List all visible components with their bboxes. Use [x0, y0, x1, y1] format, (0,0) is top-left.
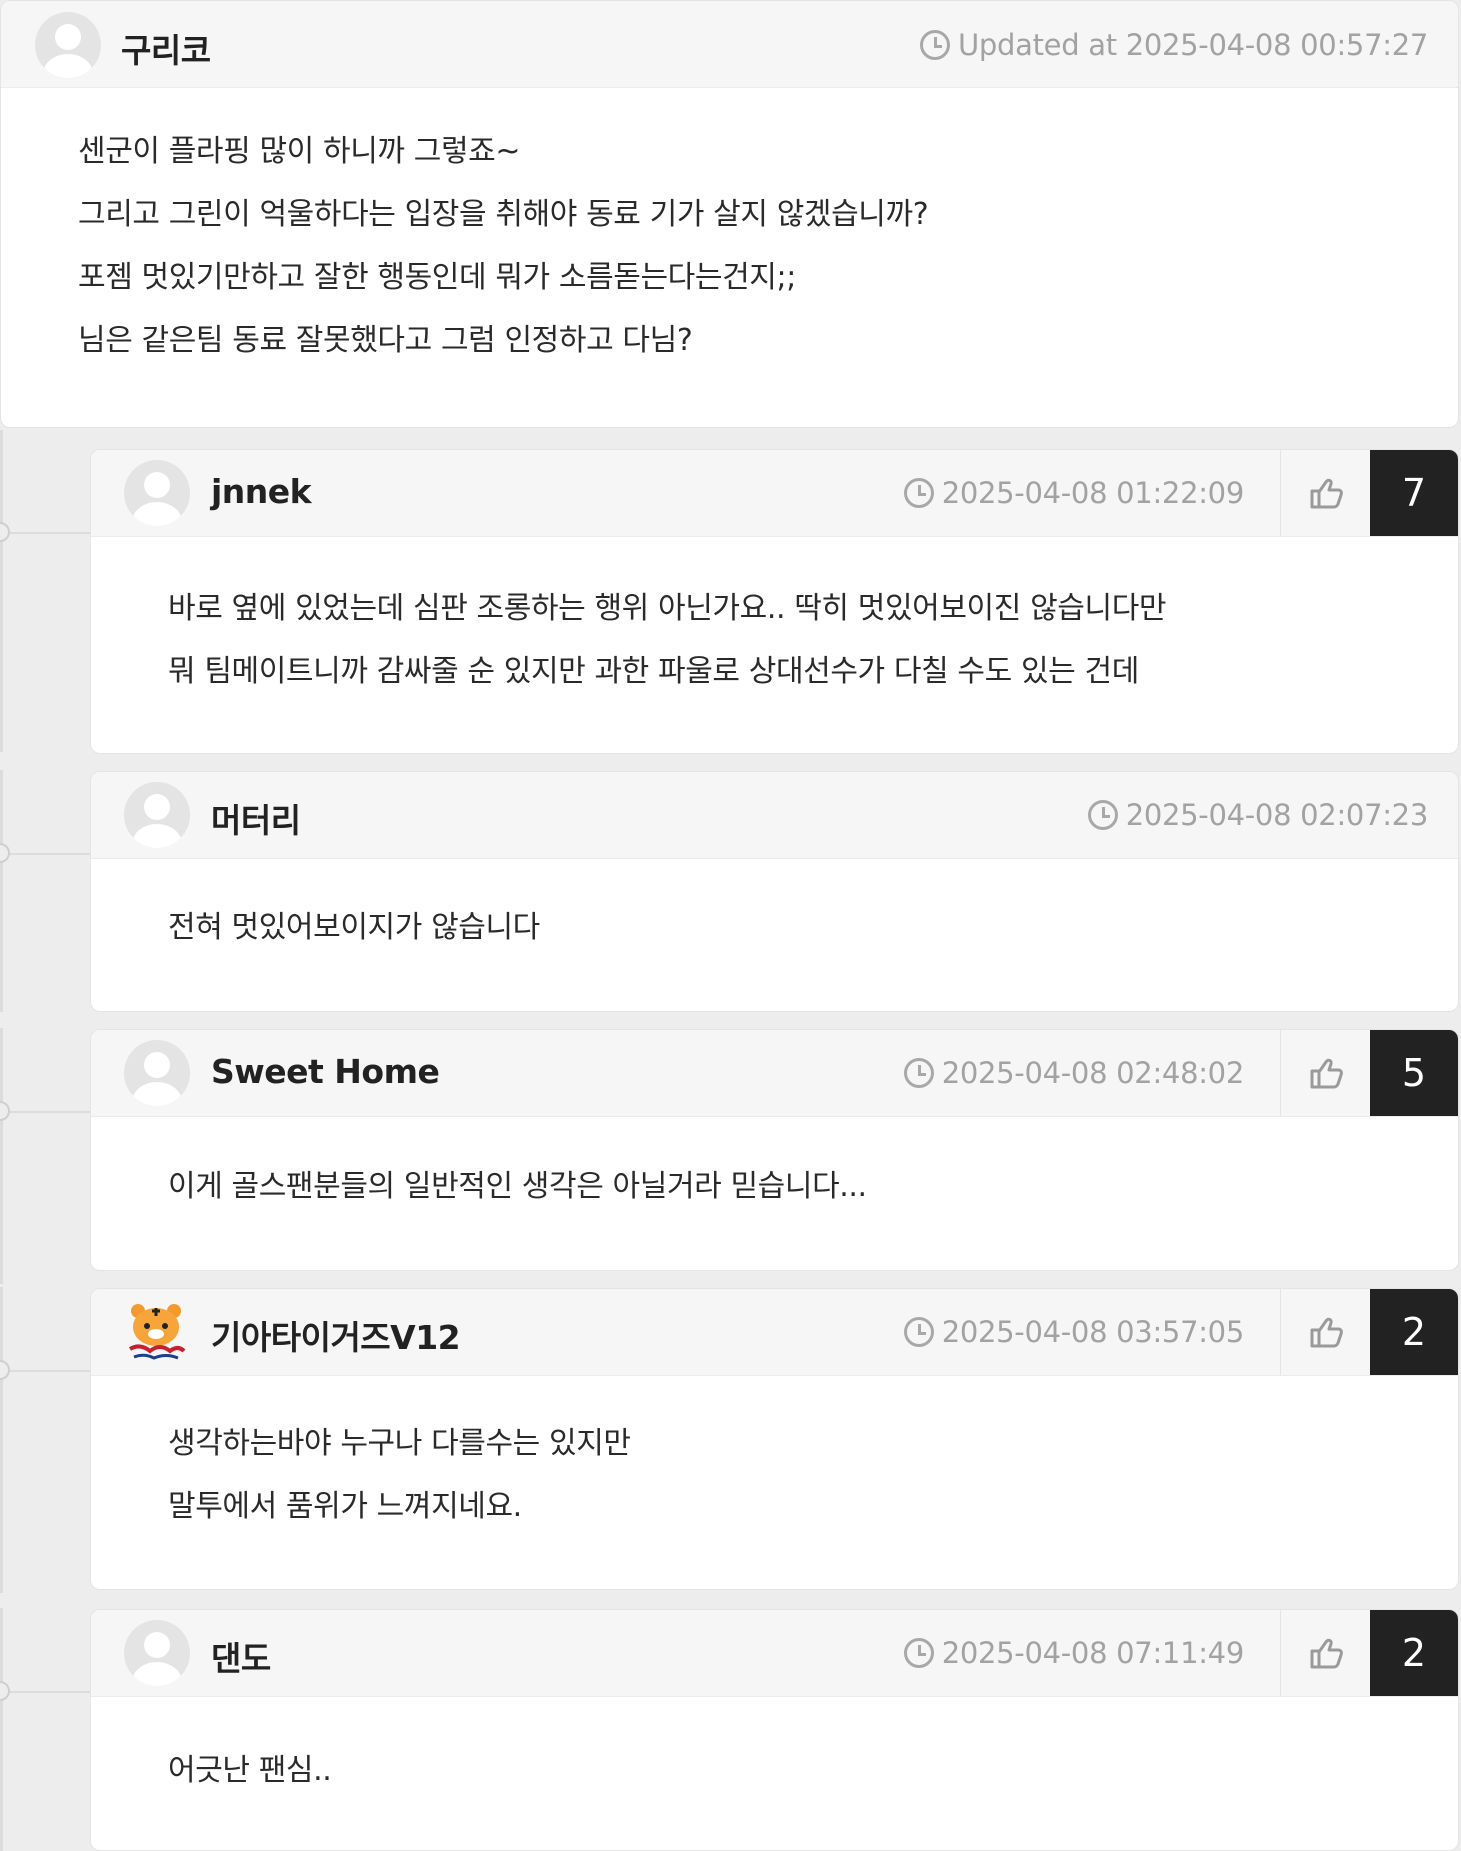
- avatar[interactable]: [124, 460, 190, 526]
- time-text: 2025-04-08 02:48:02: [941, 1056, 1245, 1090]
- thread-node: [0, 522, 10, 542]
- like-button[interactable]: [1280, 1030, 1372, 1116]
- thread-line: [0, 770, 3, 1012]
- author-name[interactable]: jnnek: [211, 472, 312, 511]
- timestamp: 2025-04-08 02:07:23: [1087, 798, 1429, 832]
- author-name[interactable]: 구리코: [121, 24, 211, 72]
- reply-comment: 댄도 2025-04-08 07:11:49 2 어긋난 팬심..: [90, 1609, 1459, 1851]
- parent-comment: 구리코 Updated at 2025-04-08 00:57:27 센군이 플…: [0, 0, 1459, 428]
- comment-line: 님은 같은팀 동료 잘못했다고 그럼 인정하고 다님?: [78, 323, 693, 358]
- timestamp: 2025-04-08 07:11:49: [903, 1636, 1245, 1670]
- author-name[interactable]: 머터리: [211, 794, 301, 842]
- thread-line: [0, 1608, 3, 1851]
- timestamp: 2025-04-08 01:22:09: [903, 476, 1245, 510]
- comment-line: 센군이 플라핑 많이 하니까 그렇죠~: [78, 134, 521, 169]
- thumbs-up-icon: [1310, 478, 1343, 509]
- comment-line: 전혀 멋있어보이지가 않습니다: [168, 910, 540, 945]
- thread-connector: [0, 532, 90, 534]
- reply-comment: jnnek 2025-04-08 01:22:09 7 바로 옆에 있었는데 심…: [90, 449, 1459, 754]
- clock-icon: [919, 30, 950, 60]
- clock-icon: [903, 1638, 934, 1668]
- comment-header: Sweet Home 2025-04-08 02:48:02 5: [91, 1030, 1458, 1117]
- like-button[interactable]: [1280, 1289, 1372, 1375]
- comment-header: 머터리 2025-04-08 02:07:23: [91, 772, 1458, 859]
- comment-line: 그리고 그린이 억울하다는 입장을 취해야 동료 기가 살지 않겠습니까?: [78, 197, 929, 232]
- comment-header: 구리코 Updated at 2025-04-08 00:57:27: [1, 1, 1458, 88]
- thread-node: [0, 843, 10, 863]
- thread-node: [0, 1360, 10, 1380]
- time-text: 2025-04-08 07:11:49: [941, 1636, 1245, 1670]
- like-button[interactable]: [1280, 1610, 1372, 1696]
- thread-connector: [0, 853, 90, 855]
- comment-header: 댄도 2025-04-08 07:11:49 2: [91, 1610, 1458, 1697]
- like-count: 5: [1370, 1030, 1458, 1116]
- timestamp: 2025-04-08 02:48:02: [903, 1056, 1245, 1090]
- thumbs-up-icon: [1310, 1058, 1343, 1089]
- thread-node: [0, 1101, 10, 1121]
- thread-line: [0, 430, 3, 752]
- avatar[interactable]: [124, 782, 190, 848]
- like-count: 7: [1370, 450, 1458, 536]
- comment-line: 말투에서 품위가 느껴지네요.: [168, 1489, 522, 1524]
- comment-line: 뭐 팀메이트니까 감싸줄 순 있지만 과한 파울로 상대선수가 다칠 수도 있는…: [168, 654, 1139, 689]
- time-text: 2025-04-08 03:57:05: [941, 1315, 1245, 1349]
- clock-icon: [903, 1317, 934, 1347]
- time-text: 2025-04-08 02:07:23: [1125, 798, 1429, 832]
- timestamp: Updated at 2025-04-08 00:57:27: [919, 28, 1428, 62]
- comment-header: jnnek 2025-04-08 01:22:09 7: [91, 450, 1458, 537]
- thumbs-up-icon: [1310, 1317, 1343, 1348]
- author-name[interactable]: 댄도: [211, 1632, 271, 1680]
- comment-line: 생각하는바야 누구나 다를수는 있지만: [168, 1426, 631, 1461]
- clock-icon: [1087, 800, 1118, 830]
- clock-icon: [903, 478, 934, 508]
- reply-comment: Sweet Home 2025-04-08 02:48:02 5 이게 골스팬분…: [90, 1029, 1459, 1271]
- thread-line: [0, 1028, 3, 1284]
- avatar[interactable]: [124, 1040, 190, 1106]
- tiger-mascot-icon[interactable]: [124, 1301, 188, 1365]
- like-count: 2: [1370, 1289, 1458, 1375]
- avatar[interactable]: [35, 12, 101, 78]
- timestamp: 2025-04-08 03:57:05: [903, 1315, 1245, 1349]
- updated-label: Updated at 2025-04-08 00:57:27: [957, 28, 1428, 62]
- thread-connector: [0, 1691, 90, 1693]
- time-text: 2025-04-08 01:22:09: [941, 476, 1245, 510]
- clock-icon: [903, 1058, 934, 1088]
- comment-line: 포젬 멋있기만하고 잘한 행동인데 뭐가 소름돋는다는건지;;: [78, 260, 796, 295]
- thread-line: [0, 1287, 3, 1593]
- like-count: 2: [1370, 1610, 1458, 1696]
- comment-line: 이게 골스팬분들의 일반적인 생각은 아닐거라 믿습니다...: [168, 1169, 867, 1204]
- comment-line: 어긋난 팬심..: [168, 1753, 332, 1788]
- thread-connector: [0, 1370, 90, 1372]
- author-name[interactable]: Sweet Home: [211, 1052, 440, 1091]
- author-name[interactable]: 기아타이거즈V12: [211, 1311, 461, 1359]
- reply-comment: 머터리 2025-04-08 02:07:23 전혀 멋있어보이지가 않습니다: [90, 771, 1459, 1012]
- thumbs-up-icon: [1310, 1638, 1343, 1669]
- reply-comment: 기아타이거즈V12 2025-04-08 03:57:05 2 생각하는바야 누…: [90, 1288, 1459, 1590]
- comment-line: 바로 옆에 있었는데 심판 조롱하는 행위 아닌가요.. 딱히 멋있어보이진 않…: [168, 591, 1167, 626]
- avatar[interactable]: [124, 1620, 190, 1686]
- thread-connector: [0, 1111, 90, 1113]
- comment-header: 기아타이거즈V12 2025-04-08 03:57:05 2: [91, 1289, 1458, 1376]
- thread-node: [0, 1681, 10, 1701]
- like-button[interactable]: [1280, 450, 1372, 536]
